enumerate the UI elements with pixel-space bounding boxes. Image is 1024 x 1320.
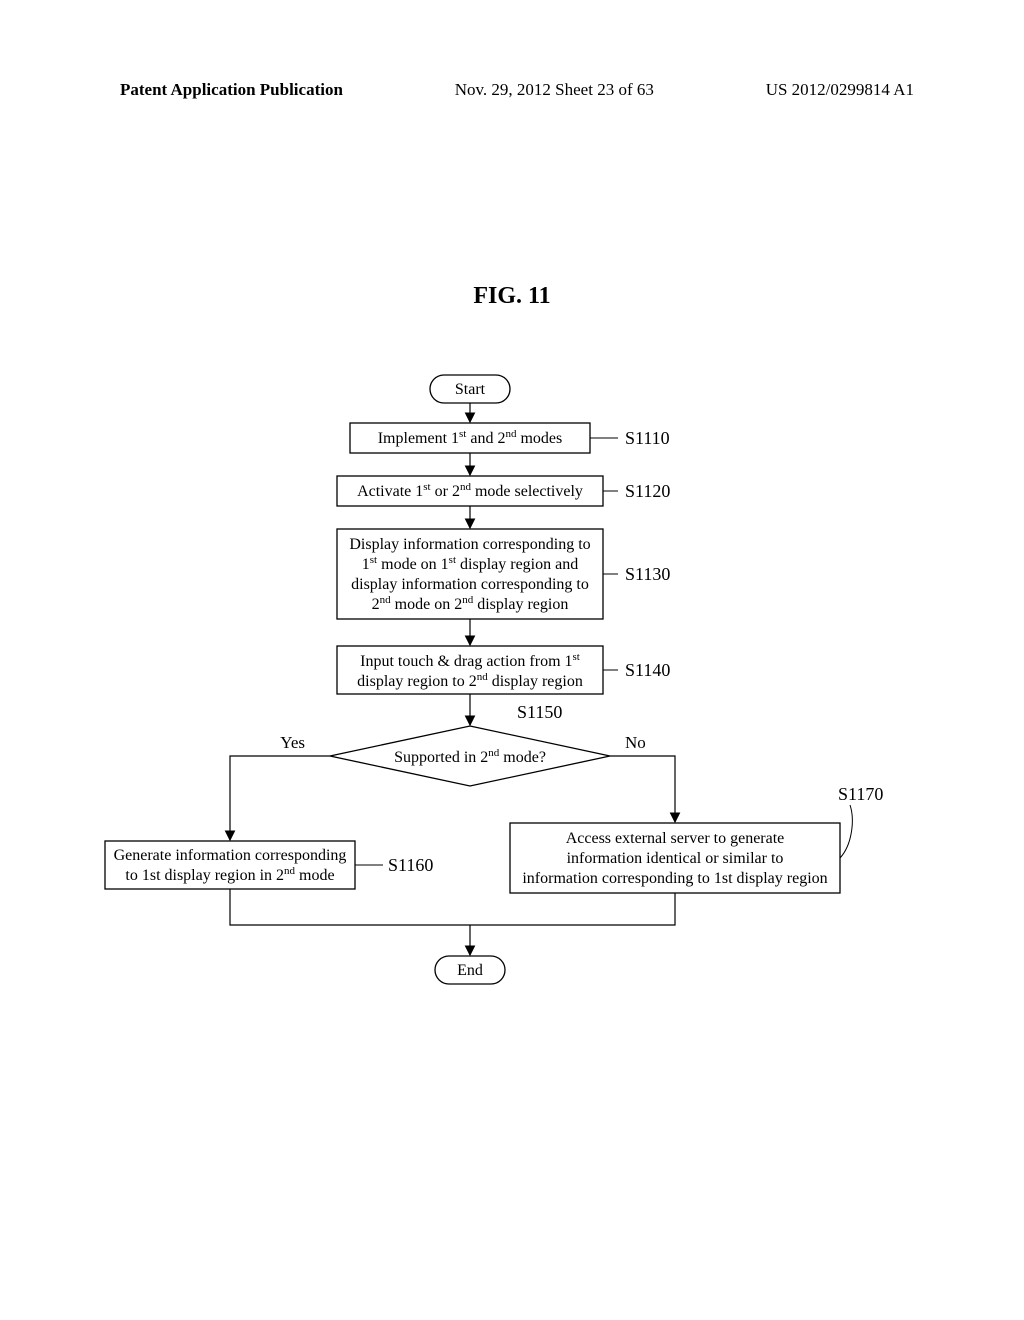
ref-s1140: S1140 <box>625 660 670 680</box>
start-node: Start <box>430 375 510 403</box>
header-right: US 2012/0299814 A1 <box>766 80 914 100</box>
ref-s1160: S1160 <box>388 855 433 875</box>
svg-text:Implement 1st and 2nd modes: Implement 1st and 2nd modes <box>378 428 563 447</box>
svg-text:information identical or simil: information identical or similar to <box>567 850 784 867</box>
svg-text:Generate information correspon: Generate information corresponding <box>114 847 347 864</box>
branch-yes: Yes <box>280 733 305 752</box>
ref-s1150: S1150 <box>517 702 562 722</box>
step-s1160: Generate information corresponding to 1s… <box>105 841 355 889</box>
svg-text:to 1st display region in 2nd m: to 1st display region in 2nd mode <box>125 865 334 884</box>
start-label: Start <box>455 381 486 398</box>
svg-text:Access external server to gene: Access external server to generate <box>566 830 785 847</box>
step-s1170: Access external server to generate infor… <box>510 823 840 893</box>
svg-text:display information correspond: display information corresponding to <box>351 576 589 593</box>
step-s1120: Activate 1st or 2nd mode selectively <box>337 476 603 506</box>
flowchart: Start Implement 1st and 2nd modes S1110 … <box>100 350 924 1050</box>
svg-text:information corresponding to 1: information corresponding to 1st display… <box>522 870 827 887</box>
svg-text:Activate 1st or 2nd mode selec: Activate 1st or 2nd mode selectively <box>357 481 583 500</box>
header-left: Patent Application Publication <box>120 80 343 100</box>
svg-text:1st mode on 1st display region: 1st mode on 1st display region and <box>362 554 578 573</box>
svg-text:2nd mode on 2nd display region: 2nd mode on 2nd display region <box>372 594 569 613</box>
page-header: Patent Application Publication Nov. 29, … <box>120 80 914 100</box>
branch-no: No <box>625 733 646 752</box>
ref-s1170: S1170 <box>838 784 883 804</box>
end-node: End <box>435 956 505 984</box>
step-s1140: Input touch & drag action from 1st displ… <box>337 646 603 694</box>
svg-text:Supported in 2nd mode?: Supported in 2nd mode? <box>394 747 546 766</box>
end-label: End <box>457 962 483 979</box>
step-s1130: Display information corresponding to 1st… <box>337 529 603 619</box>
decision-s1150: Supported in 2nd mode? <box>330 726 610 786</box>
ref-s1120: S1120 <box>625 481 670 501</box>
ref-s1130: S1130 <box>625 564 670 584</box>
step-s1110: Implement 1st and 2nd modes <box>350 423 590 453</box>
svg-text:display region to 2nd display: display region to 2nd display region <box>357 671 583 690</box>
svg-text:Input touch & drag action from: Input touch & drag action from 1st <box>360 651 580 670</box>
figure-title: FIG. 11 <box>0 283 1024 310</box>
svg-text:Display information correspond: Display information corresponding to <box>349 536 590 553</box>
ref-s1110: S1110 <box>625 428 670 448</box>
header-center: Nov. 29, 2012 Sheet 23 of 63 <box>455 80 654 100</box>
